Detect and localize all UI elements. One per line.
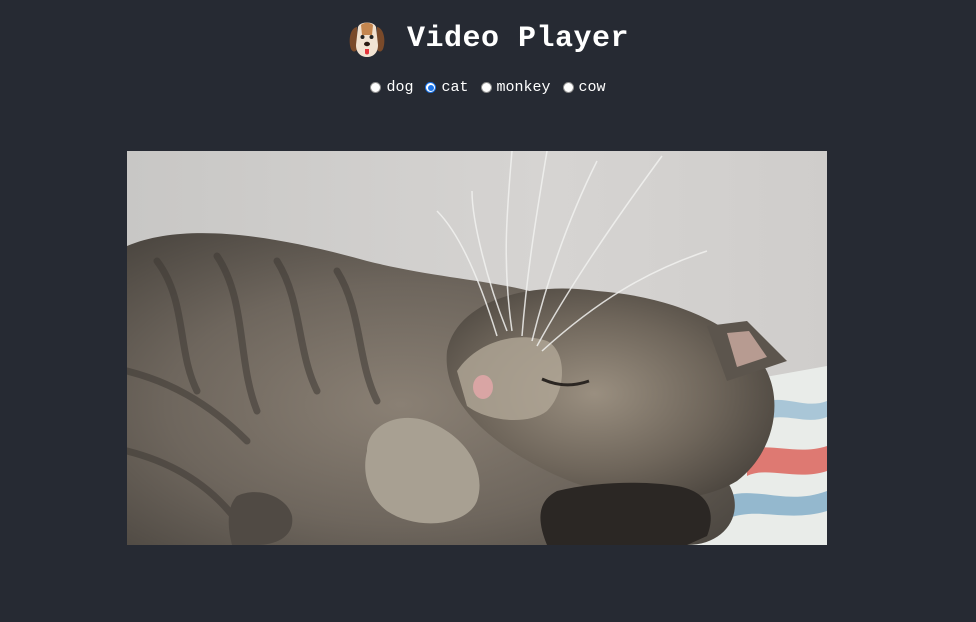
- radio-option-dog[interactable]: dog: [370, 79, 413, 96]
- radio-option-cat[interactable]: cat: [425, 79, 469, 96]
- dog-face-icon: [349, 22, 385, 57]
- animal-selector: dog cat monkey cow: [0, 79, 976, 96]
- header: Video Player: [0, 14, 976, 64]
- radio-button-dog[interactable]: [370, 82, 382, 93]
- sleeping-cat-frame: [127, 151, 827, 545]
- radio-label-cat: cat: [441, 79, 469, 96]
- radio-label-cow: cow: [578, 79, 606, 96]
- radio-option-cow[interactable]: cow: [562, 79, 606, 96]
- radio-button-cow[interactable]: [562, 82, 574, 93]
- radio-button-monkey[interactable]: [480, 82, 492, 93]
- radio-label-monkey: monkey: [496, 79, 551, 96]
- radio-label-dog: dog: [386, 79, 414, 96]
- video-frame[interactable]: [127, 151, 827, 545]
- radio-button-cat[interactable]: [425, 82, 437, 93]
- page-title: Video Player: [406, 22, 630, 56]
- radio-option-monkey[interactable]: monkey: [480, 79, 551, 96]
